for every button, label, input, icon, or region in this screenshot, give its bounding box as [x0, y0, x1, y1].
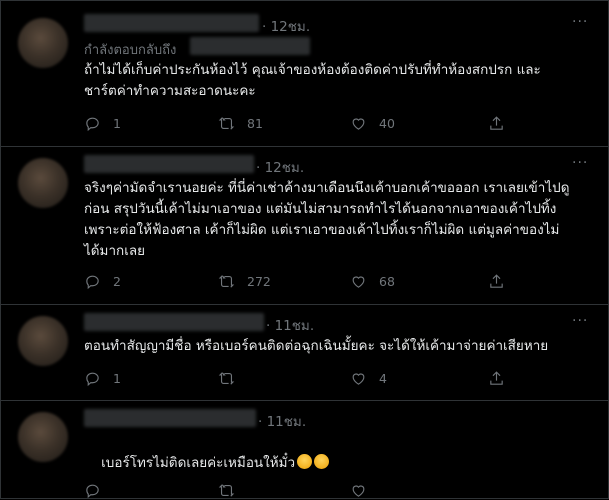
like-icon — [352, 117, 365, 130]
reply-to-handle-redacted[interactable] — [190, 37, 310, 55]
tweet[interactable]: · 11ชม. เบอร์โทรไม่ติดเลยค่ะเหมือนให้มั๋… — [0, 400, 609, 499]
retweet-icon — [218, 483, 235, 497]
like-count: 4 — [379, 370, 387, 386]
reply-button[interactable]: 1 — [84, 368, 121, 388]
like-button[interactable]: 4 — [350, 368, 387, 388]
tweet-text: จริงๆค่ามัดจำเรานอยค่ะ ที่นี่ค่าเช่าค้าง… — [84, 180, 570, 259]
like-icon — [352, 484, 365, 497]
timestamp[interactable]: · 12ชม. — [256, 156, 304, 178]
avatar[interactable] — [18, 412, 68, 462]
like-button[interactable] — [350, 480, 379, 500]
retweet-button[interactable]: 81 — [218, 113, 263, 133]
author-name-redacted[interactable] — [84, 155, 254, 173]
tweet-text-content: เบอร์โทรไม่ติดเลยค่ะเหมือนให้มั๋ว — [101, 455, 296, 471]
replying-to-label: กำลังตอบกลับถึง — [84, 43, 177, 58]
more-icon[interactable]: ··· — [572, 155, 588, 171]
retweet-button[interactable]: 272 — [218, 271, 271, 291]
tweet-actions: 1 81 40 — [84, 113, 514, 133]
tweet-text: ถ้าไม่ได้เก็บค่าประกันห้องไว้ คุณเจ้าของ… — [84, 62, 541, 99]
share-button[interactable] — [488, 113, 517, 133]
tweet[interactable]: · 12ชม. ··· จริงๆค่ามัดจำเรานอยค่ะ ที่นี… — [0, 146, 609, 305]
retweet-icon — [218, 116, 235, 130]
share-button[interactable] — [488, 368, 517, 388]
tweet-actions: 2 272 68 — [84, 271, 514, 291]
avatar[interactable] — [18, 316, 68, 366]
avatar[interactable] — [18, 158, 68, 208]
reply-button[interactable]: 1 — [84, 113, 121, 133]
reply-icon — [86, 117, 99, 131]
retweet-icon — [218, 274, 235, 288]
reply-button[interactable]: 2 — [84, 271, 121, 291]
reply-icon — [86, 372, 99, 386]
share-button[interactable] — [488, 271, 517, 291]
more-icon[interactable]: ··· — [572, 14, 588, 30]
author-name-redacted[interactable] — [84, 409, 256, 427]
retweet-icon — [218, 371, 235, 385]
retweet-button[interactable] — [218, 368, 247, 388]
timestamp[interactable]: · 11ชม. — [258, 410, 306, 432]
reply-icon — [86, 484, 99, 498]
reply-button[interactable] — [84, 480, 113, 500]
retweet-count: 81 — [247, 115, 263, 131]
like-button[interactable]: 68 — [350, 271, 395, 291]
author-name-redacted[interactable] — [84, 14, 259, 32]
like-icon — [352, 372, 365, 385]
retweet-button[interactable] — [218, 480, 247, 500]
author-name-redacted[interactable] — [84, 313, 264, 331]
avatar[interactable] — [18, 18, 68, 68]
reply-count: 2 — [113, 273, 121, 289]
hugging-face-icon — [297, 454, 313, 469]
tweet-text: ตอนทำสัญญามีชื่อ หรือเบอร์คนติดต่อฉุกเฉิ… — [84, 338, 549, 354]
like-count: 40 — [379, 115, 395, 131]
reply-icon — [86, 275, 99, 289]
share-icon — [490, 370, 503, 385]
tweet[interactable]: · 12ชม. ··· กำลังตอบกลับถึง ถ้าไม่ได้เก็… — [0, 0, 609, 147]
like-count: 68 — [379, 273, 395, 289]
pleading-face-icon — [314, 454, 330, 469]
retweet-count: 272 — [247, 273, 271, 289]
timestamp[interactable]: · 11ชม. — [266, 314, 314, 336]
share-icon — [490, 115, 503, 130]
reply-count: 1 — [113, 370, 121, 386]
reply-count: 1 — [113, 115, 121, 131]
tweet[interactable]: · 11ชม. ··· ตอนทำสัญญามีชื่อ หรือเบอร์คน… — [0, 304, 609, 401]
more-icon[interactable]: ··· — [572, 313, 588, 329]
like-button[interactable]: 40 — [350, 113, 395, 133]
share-icon — [490, 273, 503, 288]
like-icon — [352, 275, 365, 288]
timestamp[interactable]: · 12ชม. — [262, 15, 310, 37]
tweet-actions: 1 4 — [84, 368, 514, 388]
tweet-actions — [84, 480, 514, 500]
